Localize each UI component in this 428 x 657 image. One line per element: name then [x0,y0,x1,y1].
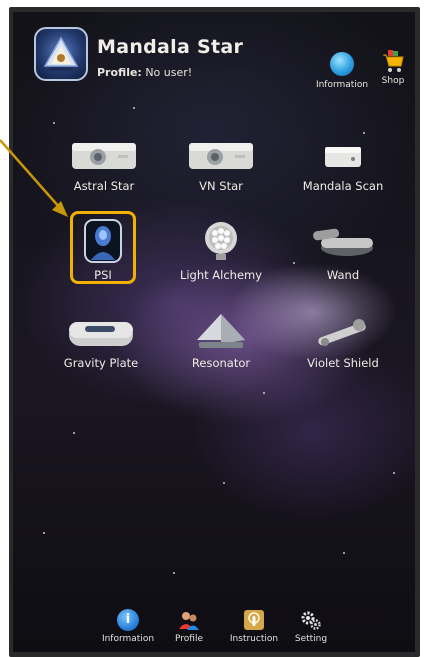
annotation-arrow [0,139,68,217]
